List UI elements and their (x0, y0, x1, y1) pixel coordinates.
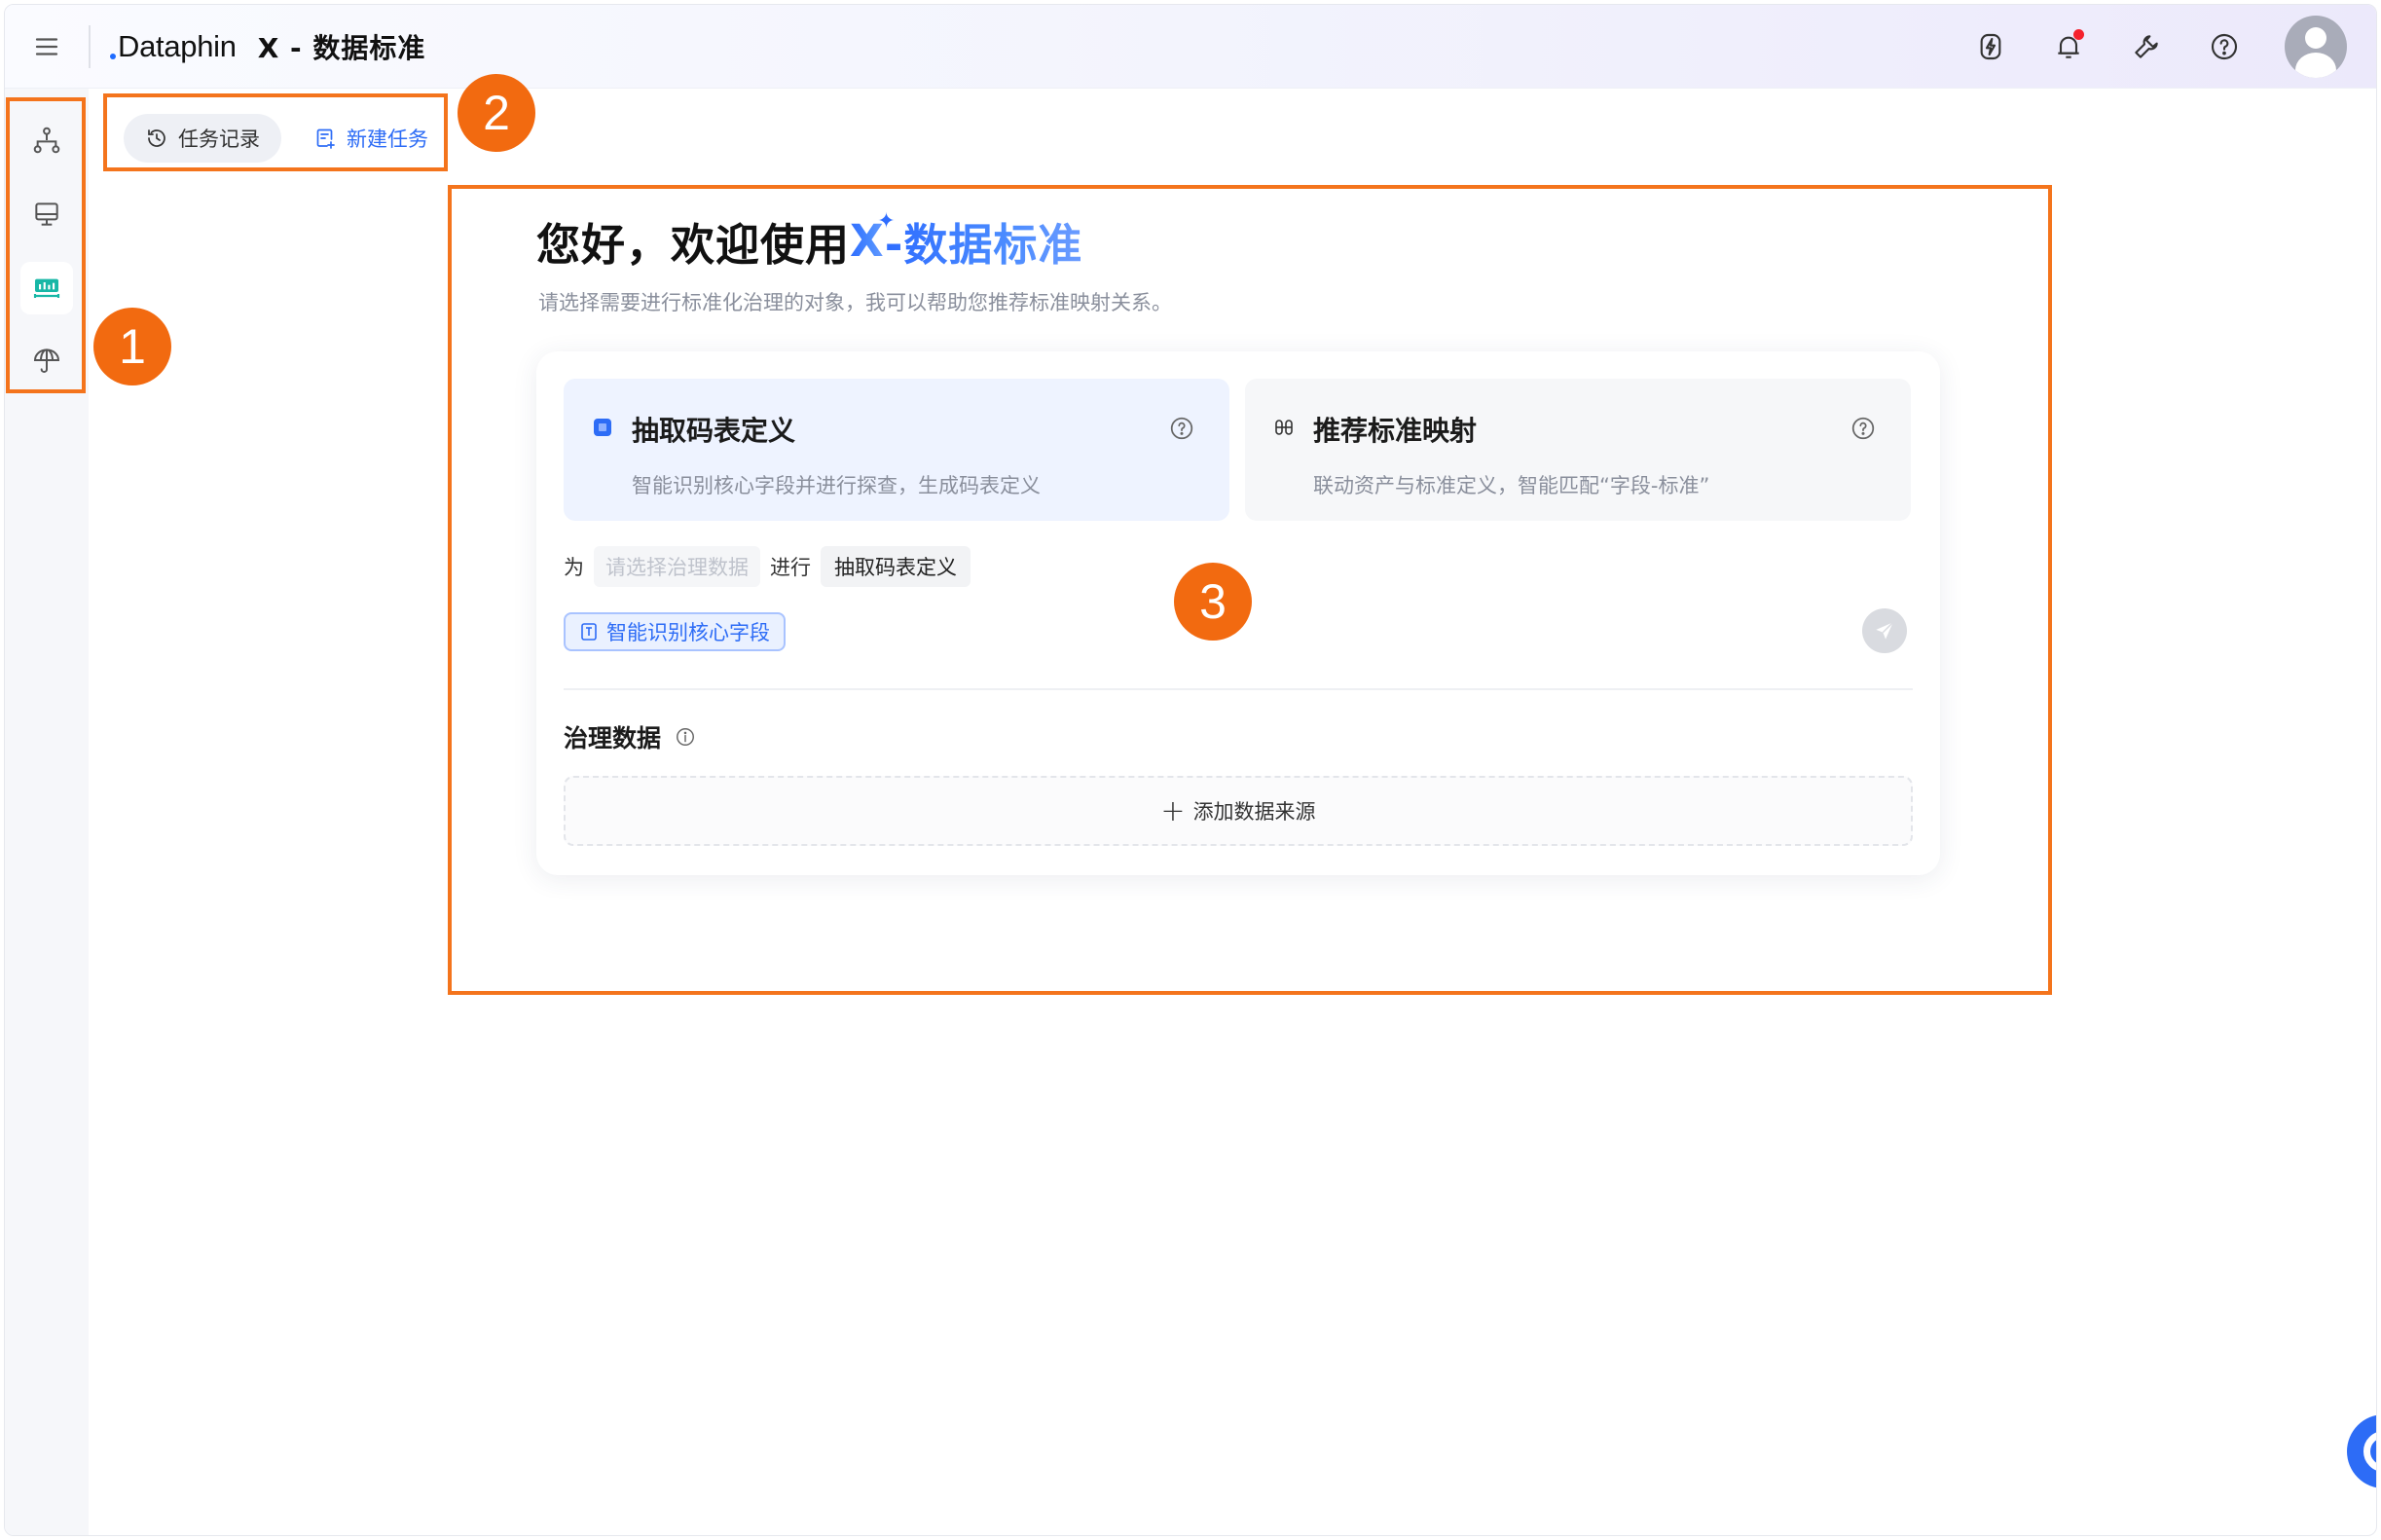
user-avatar[interactable] (2285, 16, 2347, 78)
option-title: 抽取码表定义 (632, 415, 796, 447)
tab-task-history-label: 任务记录 (178, 128, 260, 151)
section-title-label: 治理数据 (564, 724, 662, 752)
welcome-title-x: X ✦ (850, 209, 897, 267)
monitor-icon[interactable] (20, 188, 73, 240)
welcome-title-prefix: 您好，欢迎使用 (536, 219, 851, 271)
help-icon[interactable] (1850, 416, 1876, 441)
assistant-icon (2363, 1431, 2376, 1472)
add-data-source-button[interactable]: + 添加数据来源 (564, 776, 1913, 846)
option-title: 推荐标准映射 (1313, 415, 1478, 447)
sentence-prefix: 为 (564, 556, 584, 579)
welcome-title-suffix: -数据标准 (885, 209, 1083, 273)
left-nav-rail (5, 89, 89, 1535)
option-recommend-mapping[interactable]: 推荐标准映射 联动资产与标准定义，智能匹配“字段-标准” (1245, 379, 1911, 521)
tab-new-task[interactable]: 新建任务 (303, 114, 439, 163)
brand-dot-icon (110, 53, 116, 59)
governance-data-section-title: 治理数据 (564, 719, 696, 754)
smart-identify-tag[interactable]: 智能识别核心字段 (564, 612, 786, 651)
annotation-badge-1: 1 (93, 308, 171, 385)
tab-new-task-label: 新建任务 (347, 128, 428, 151)
help-icon[interactable] (1169, 416, 1194, 441)
menu-icon[interactable] (5, 5, 89, 89)
notification-dot (2073, 29, 2084, 40)
welcome-title: 您好，欢迎使用 X ✦ -数据标准 (536, 209, 1082, 273)
annotation-badge-3: 3 (1174, 563, 1252, 641)
welcome-subtitle: 请选择需要进行标准化治理的对象，我可以帮助您推荐标准映射关系。 (538, 291, 1172, 314)
add-data-source-label: 添加数据来源 (1192, 800, 1316, 824)
mapping-icon (1275, 420, 1293, 435)
sentence-middle: 进行 (770, 556, 811, 579)
option-extract-code-table[interactable]: 抽取码表定义 智能识别核心字段并进行探查，生成码表定义 (564, 379, 1229, 521)
send-icon (1876, 621, 1894, 640)
bell-icon[interactable] (2051, 29, 2086, 64)
select-governance-data[interactable]: 请选择治理数据 (594, 546, 760, 587)
annotation-badge-2: 2 (458, 74, 535, 152)
code-table-icon (594, 419, 611, 436)
info-icon[interactable] (675, 726, 696, 748)
help-icon[interactable] (2207, 29, 2242, 64)
product-title: X - 数据标准 (257, 31, 426, 64)
app-window: Dataphin X - 数据标准 任务记录 新建任务 您好，欢迎使用 X ✦ … (4, 4, 2377, 1536)
send-button[interactable] (1862, 608, 1907, 653)
select-action[interactable]: 抽取码表定义 (821, 546, 971, 587)
smart-identify-label: 智能识别核心字段 (606, 621, 770, 644)
plus-icon: + (1160, 793, 1186, 828)
brand-name: Dataphin (118, 28, 237, 63)
tab-task-history[interactable]: 任务记录 (124, 114, 281, 163)
header-divider (89, 24, 91, 68)
option-desc: 联动资产与标准定义，智能匹配“字段-标准” (1313, 474, 1710, 497)
option-desc: 智能识别核心字段并进行探查，生成码表定义 (632, 474, 1041, 497)
lightning-icon[interactable] (1973, 29, 2008, 64)
standard-icon[interactable] (20, 262, 73, 314)
org-tree-icon[interactable] (20, 114, 73, 166)
sparkle-icon: ✦ (877, 209, 897, 234)
history-icon (148, 129, 165, 147)
assistant-float-button[interactable] (2347, 1414, 2376, 1488)
header-actions (1973, 5, 2347, 89)
wrench-icon[interactable] (2129, 29, 2164, 64)
umbrella-icon[interactable] (20, 334, 73, 386)
document-icon (581, 623, 597, 641)
prompt-sentence: 为 请选择治理数据 进行 抽取码表定义 (564, 546, 971, 587)
card-divider (564, 688, 1913, 690)
top-header: Dataphin X - 数据标准 (5, 5, 2376, 89)
brand-logo[interactable]: Dataphin (110, 29, 237, 64)
new-task-icon (316, 128, 335, 149)
